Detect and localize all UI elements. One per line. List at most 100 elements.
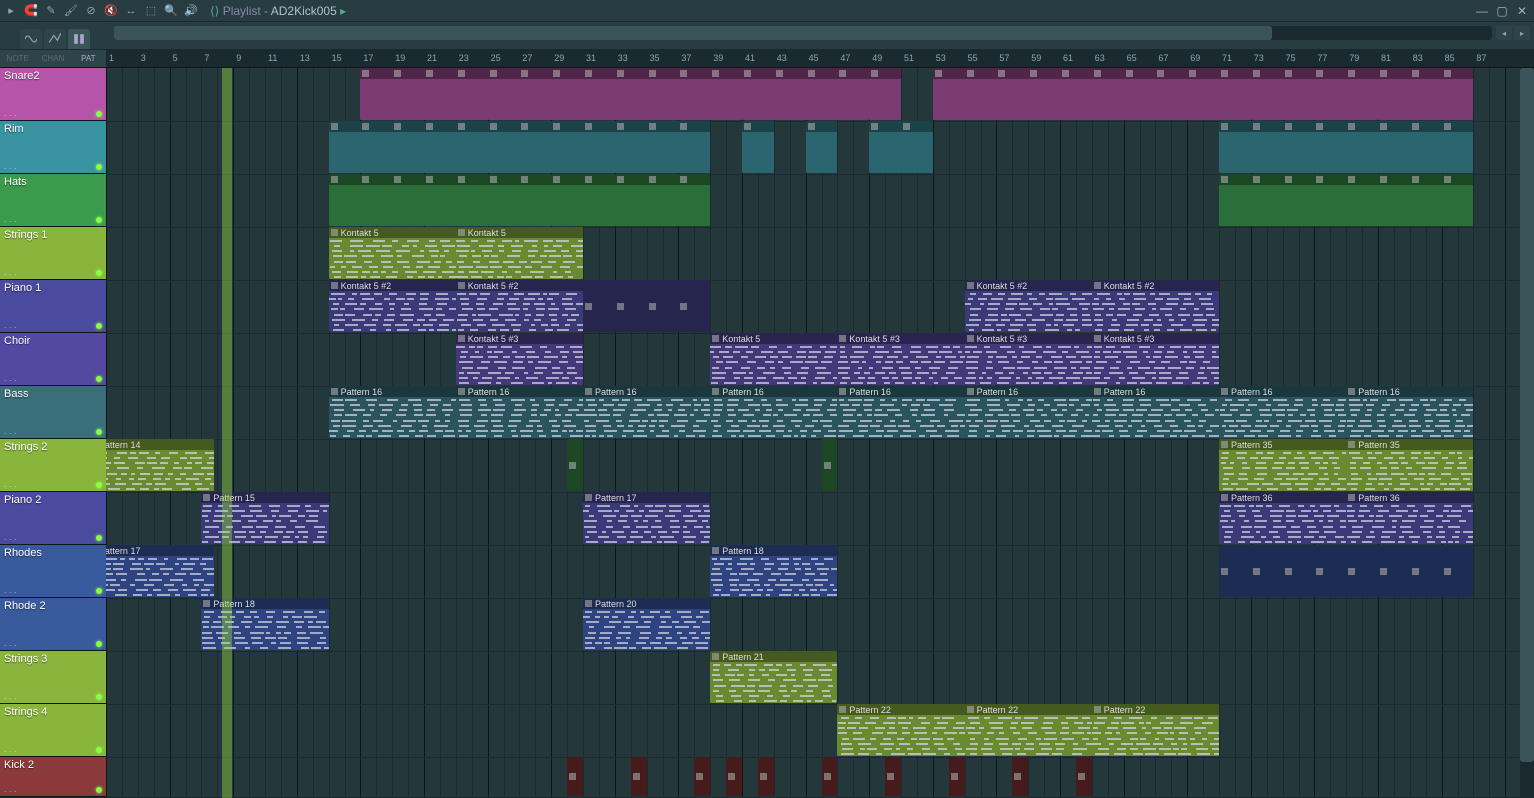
clip[interactable] xyxy=(329,121,711,173)
clip[interactable]: Pattern 20 xyxy=(583,598,710,650)
scroll-thumb-v[interactable] xyxy=(1520,68,1534,762)
clip[interactable] xyxy=(869,121,933,173)
tab-wave[interactable] xyxy=(20,29,42,49)
track-led[interactable] xyxy=(96,111,102,117)
mode-chan[interactable]: CHAN xyxy=(35,50,70,67)
clip[interactable] xyxy=(488,68,742,120)
clip[interactable]: Pattern 14 xyxy=(106,439,214,491)
track-header[interactable]: Choir. . . xyxy=(0,333,106,386)
track-led[interactable] xyxy=(96,641,102,647)
playback-icon[interactable]: 🔊 xyxy=(184,4,198,18)
clip[interactable]: Pattern 36 xyxy=(1346,492,1473,544)
clip[interactable]: Kontakt 5 #3 xyxy=(837,333,964,385)
clip[interactable]: Pattern 18 xyxy=(710,545,837,597)
zoom-icon[interactable]: 🔍 xyxy=(164,4,178,18)
scroll-horizontal[interactable] xyxy=(114,26,1492,40)
brush-icon[interactable]: 🖌 xyxy=(64,4,78,18)
track-header[interactable]: Piano 1. . . xyxy=(0,280,106,333)
timeline-ruler[interactable]: 1357911131517192123252729313335373941434… xyxy=(106,50,1534,67)
clip[interactable] xyxy=(885,757,901,796)
clip[interactable]: Pattern 16 xyxy=(1092,386,1219,438)
clip[interactable]: Kontakt 5 #2 xyxy=(965,280,1092,332)
track-header[interactable]: Hats. . . xyxy=(0,174,106,227)
clip[interactable] xyxy=(806,121,838,173)
clip[interactable]: Pattern 16 xyxy=(329,386,456,438)
track-header[interactable]: Bass. . . xyxy=(0,386,106,439)
clip[interactable] xyxy=(742,121,774,173)
clip[interactable]: Pattern 22 xyxy=(1092,704,1219,756)
clip[interactable] xyxy=(631,757,647,796)
clip[interactable]: Pattern 35 xyxy=(1346,439,1473,491)
slip-icon[interactable]: ↔ xyxy=(124,4,138,18)
clip[interactable] xyxy=(1219,174,1473,226)
track-header[interactable]: Kick 2. . . xyxy=(0,757,106,797)
mode-pat[interactable]: PAT xyxy=(71,50,106,67)
clip[interactable]: Pattern 16 xyxy=(837,386,964,438)
magnet-icon[interactable]: 🧲 xyxy=(24,4,38,18)
clip[interactable]: Pattern 16 xyxy=(456,386,583,438)
clip[interactable]: Kontakt 5 #2 xyxy=(456,280,583,332)
clip[interactable] xyxy=(742,68,869,120)
clip[interactable]: Kontakt 5 #3 xyxy=(456,333,583,385)
clip[interactable] xyxy=(949,757,965,796)
tab-automation[interactable] xyxy=(44,29,66,49)
track-header[interactable]: Strings 4. . . xyxy=(0,704,106,757)
track-led[interactable] xyxy=(96,376,102,382)
clip[interactable] xyxy=(1076,757,1092,796)
maximize-icon[interactable]: ▢ xyxy=(1494,3,1510,19)
clip[interactable]: Pattern 16 xyxy=(710,386,837,438)
clip[interactable]: Kontakt 5 xyxy=(456,227,583,279)
clip[interactable] xyxy=(869,68,901,120)
track-header[interactable]: Snare2. . . xyxy=(0,68,106,121)
clip[interactable] xyxy=(1378,68,1473,120)
clip[interactable] xyxy=(694,757,710,796)
track-led[interactable] xyxy=(96,482,102,488)
track-led[interactable] xyxy=(96,787,102,793)
track-led[interactable] xyxy=(96,535,102,541)
clip[interactable]: Kontakt 5 #3 xyxy=(1092,333,1219,385)
clip[interactable]: Pattern 22 xyxy=(965,704,1092,756)
clip[interactable]: Pattern 15 xyxy=(201,492,328,544)
scroll-right-btn[interactable]: ▸ xyxy=(1514,26,1530,40)
track-led[interactable] xyxy=(96,747,102,753)
close-icon[interactable]: ✕ xyxy=(1514,3,1530,19)
track-led[interactable] xyxy=(96,217,102,223)
clip[interactable]: Pattern 18 xyxy=(201,598,328,650)
clip[interactable]: Kontakt 5 #2 xyxy=(329,280,456,332)
slice-icon[interactable]: ⊘ xyxy=(84,4,98,18)
track-led[interactable] xyxy=(96,694,102,700)
clip[interactable] xyxy=(360,68,487,120)
select-icon[interactable]: ⬚ xyxy=(144,4,158,18)
clip[interactable] xyxy=(758,757,774,796)
clip[interactable]: Pattern 17 xyxy=(583,492,710,544)
clip[interactable]: Pattern 17 xyxy=(106,545,214,597)
clip[interactable]: Pattern 21 xyxy=(710,651,837,703)
clip[interactable] xyxy=(822,439,838,491)
arrangement-grid[interactable]: Kontakt 5Kontakt 5Kontakt 5 #2Kontakt 5 … xyxy=(106,68,1534,798)
clip[interactable]: Pattern 16 xyxy=(1219,386,1346,438)
clip[interactable] xyxy=(726,757,742,796)
minimize-icon[interactable]: — xyxy=(1474,3,1490,19)
clip[interactable]: Pattern 16 xyxy=(965,386,1092,438)
pencil-icon[interactable]: ✎ xyxy=(44,4,58,18)
clip[interactable] xyxy=(583,280,710,332)
clip[interactable] xyxy=(1219,121,1473,173)
clip[interactable] xyxy=(933,68,1251,120)
clip[interactable] xyxy=(329,174,711,226)
track-header[interactable]: Piano 2. . . xyxy=(0,492,106,545)
clip[interactable] xyxy=(1012,757,1028,796)
track-header[interactable]: Strings 1. . . xyxy=(0,227,106,280)
track-header[interactable]: Strings 3. . . xyxy=(0,651,106,704)
clip[interactable]: Kontakt 5 #3 xyxy=(965,333,1092,385)
clip[interactable]: Pattern 16 xyxy=(583,386,710,438)
mute-icon[interactable]: 🔇 xyxy=(104,4,118,18)
clip[interactable]: Pattern 35 xyxy=(1219,439,1346,491)
clip[interactable]: Kontakt 5 xyxy=(329,227,456,279)
track-header[interactable]: Rhode 2. . . xyxy=(0,598,106,651)
clip[interactable]: Kontakt 5 xyxy=(710,333,837,385)
menu-icon[interactable]: ▸ xyxy=(4,4,18,18)
track-led[interactable] xyxy=(96,164,102,170)
clip[interactable]: Pattern 22 xyxy=(837,704,964,756)
track-led[interactable] xyxy=(96,588,102,594)
track-header[interactable]: Strings 2. . . xyxy=(0,439,106,492)
